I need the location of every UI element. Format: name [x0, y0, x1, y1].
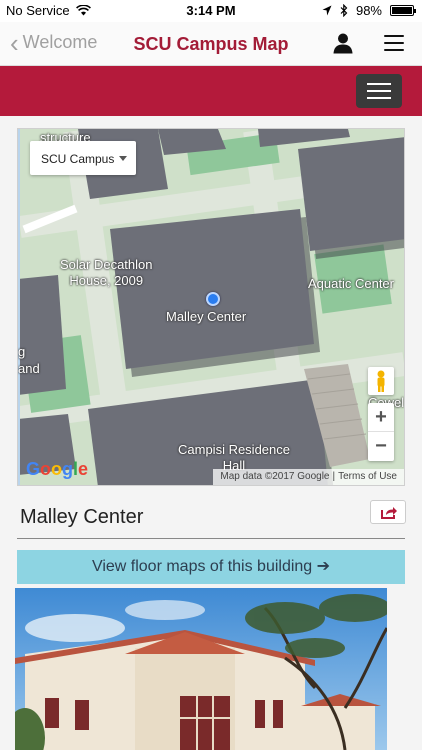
map-label-solar-decathlon: Solar Decathlon House, 2009 — [60, 257, 153, 288]
map-attribution: Map data ©2017 Google | Terms of Use — [213, 469, 404, 485]
view-floor-maps-button[interactable]: View floor maps of this building ➔ — [17, 550, 405, 584]
google-logo: Google — [26, 459, 89, 479]
site-header-band — [0, 66, 422, 116]
share-icon — [381, 507, 397, 519]
campus-select-value: SCU Campus — [41, 152, 115, 166]
current-location-marker — [206, 292, 220, 306]
map-tiles — [18, 129, 404, 485]
map-data-credit: Map data ©2017 Google — [220, 471, 330, 482]
site-menu-toggle[interactable] — [356, 74, 402, 108]
battery-percent: 98% — [355, 3, 382, 18]
campus-select[interactable]: SCU Campus — [30, 141, 136, 175]
share-button[interactable] — [370, 500, 406, 524]
dropdown-caret-icon — [119, 156, 127, 161]
bluetooth-icon — [340, 4, 348, 17]
map-label-left-g: g — [18, 344, 26, 359]
divider — [17, 538, 405, 539]
page-title: SCU Campus Map — [133, 34, 289, 54]
street-view-pegman-icon[interactable] — [368, 367, 394, 395]
location-arrow-icon — [322, 5, 332, 16]
map-label-malley-center: Malley Center — [166, 309, 247, 324]
zoom-controls: + − — [368, 403, 394, 461]
user-icon[interactable] — [332, 32, 354, 54]
map-label-aquatic-center: Aquatic Center — [308, 276, 394, 291]
campus-map[interactable]: structure Solar Decathlon House, 2009 Ma… — [17, 128, 405, 486]
building-name: Malley Center — [20, 506, 144, 528]
status-bar: No Service 3:14 PM 98% — [0, 0, 422, 22]
building-photo — [15, 588, 387, 750]
map-label-left-and: and — [18, 361, 40, 376]
terms-of-use-link[interactable]: Terms of Use — [335, 471, 400, 482]
zoom-in-button[interactable]: + — [368, 403, 394, 432]
zoom-out-button[interactable]: − — [368, 432, 394, 461]
battery-icon — [390, 5, 416, 16]
hamburger-menu-icon[interactable] — [384, 35, 404, 53]
navigation-bar: ‹ Welcome SCU Campus Map — [0, 22, 422, 66]
